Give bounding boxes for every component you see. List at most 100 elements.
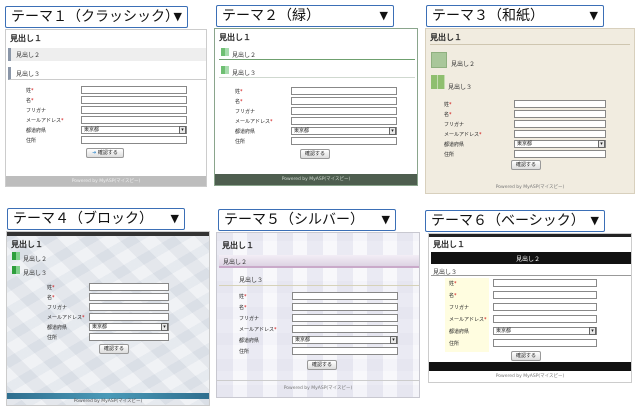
chevron-down-icon: ▾ [389,127,396,135]
preview-heading-3-bar: 見出し３ [431,266,631,276]
field-label-pref: 都道府県 [47,325,68,331]
sei-input[interactable] [493,279,597,287]
field-label-address: 住所 [47,335,58,341]
theme-select-block[interactable]: テーマ４（ブロック） ▼ [7,208,185,230]
mei-input[interactable] [493,291,597,299]
top-dark-strip [429,234,631,237]
green-blocks-icon [431,75,445,89]
furigana-input[interactable] [493,303,597,311]
field-label-furigana: フリガナ [444,122,465,128]
pref-select[interactable]: 東京都 ▾ [291,127,397,135]
field-label-pref: 都道府県 [235,129,256,135]
preview-heading-3: 見出し３ [23,270,48,277]
theme-select-label: テーマ４（ブロック） [13,211,153,227]
email-input[interactable] [81,116,187,124]
mei-input[interactable] [514,110,606,118]
address-input[interactable] [291,137,397,145]
confirm-button[interactable]: 確認する [307,360,337,370]
confirm-button[interactable]: 確認する [511,351,541,361]
confirm-button[interactable]: 確認する [99,344,129,354]
preview-footer: Powered by MyASP(マイスピー) [283,386,353,391]
address-input[interactable] [81,136,187,144]
sei-input[interactable] [89,283,169,291]
green-block-icon [12,266,20,274]
chevron-down-icon: ▼ [173,10,182,23]
email-input[interactable] [291,117,397,125]
email-input[interactable] [493,315,597,323]
preview-heading-1: 見出し１ [11,240,43,249]
mei-input[interactable] [89,293,169,301]
field-label-sei: 姓* [47,285,55,291]
sei-input[interactable] [81,86,187,94]
confirm-button[interactable]: 確認する [511,160,541,170]
preview-heading-2: 見出し２ [451,61,476,68]
furigana-input[interactable] [514,120,606,128]
field-label-furigana: フリガナ [47,305,68,311]
email-input[interactable] [514,130,606,138]
pref-select[interactable]: 東京都 ▾ [493,327,597,335]
field-label-sei: 姓* [444,102,452,108]
pref-select[interactable]: 東京都 ▾ [89,323,169,331]
green-block-icon [12,252,20,260]
heading-2-underline [219,59,415,60]
theme-preview-basic: 見出し１ 見出し２ 見出し３ 姓* 名* フリガナ メールアドレス* 都道府県 … [428,233,632,383]
theme-select-basic[interactable]: テーマ６（ベーシック） ▼ [425,210,605,232]
furigana-input[interactable] [81,106,187,114]
field-label-furigana: フリガナ [235,109,256,115]
heading-1-underline [430,44,630,45]
preview-heading-1: 見出し１ [10,34,42,43]
preview-heading-2: 見出し２ [232,52,257,59]
preview-heading-3: 見出し３ [433,269,458,276]
preview-footer: Powered by MyASP(マイスピー) [215,174,417,185]
field-label-pref: 都道府県 [444,142,465,148]
furigana-input[interactable] [291,107,397,115]
field-label-sei: 姓* [26,88,34,94]
field-label-pref: 都道府県 [449,329,470,335]
field-label-mei: 名* [449,293,457,299]
preview-heading-2: 見出し２ [16,52,41,59]
address-input[interactable] [493,339,597,347]
pref-select[interactable]: 東京都 ▾ [292,336,398,344]
email-input[interactable] [89,313,169,321]
preview-heading-3: 見出し３ [232,70,257,77]
field-label-pref: 都道府県 [239,338,260,344]
mei-input[interactable] [81,96,187,104]
chevron-down-icon: ▾ [598,140,605,148]
preview-heading-3: 見出し３ [448,84,473,91]
preview-heading-1: 見出し１ [222,241,254,250]
address-input[interactable] [514,150,606,158]
field-label-mei: 名* [47,295,55,301]
preview-heading-2-bar: 見出し２ [219,255,419,268]
email-input[interactable] [292,325,398,333]
field-label-furigana: フリガナ [26,108,47,114]
field-label-address: 住所 [449,341,460,347]
theme-select-label: テーマ６（ベーシック） [431,213,585,229]
field-label-mei: 名* [444,112,452,118]
mei-input[interactable] [292,303,398,311]
address-input[interactable] [89,333,169,341]
confirm-button[interactable]: ➜ 確認する [86,148,124,158]
theme-select-classic[interactable]: テーマ１（クラッシック） ▼ [5,6,188,28]
sei-input[interactable] [291,87,397,95]
furigana-input[interactable] [89,303,169,311]
pref-select[interactable]: 東京都 ▾ [81,126,187,134]
theme-select-green[interactable]: テーマ２（緑） ▼ [216,5,394,27]
theme-select-washi[interactable]: テーマ３（和紙） ▼ [426,5,604,27]
bottom-dark-bar [429,362,631,371]
field-label-email: メールアドレス* [239,327,277,333]
pref-select[interactable]: 東京都 ▾ [514,140,606,148]
sei-input[interactable] [292,292,398,300]
confirm-button[interactable]: 確認する [300,149,330,159]
theme-select-silver[interactable]: テーマ５（シルバー） ▼ [218,209,396,231]
field-label-furigana: フリガナ [449,305,470,311]
theme-preview-green: 見出し１ 見出し２ 見出し３ 姓* 名* フリガナ メールアドレス* 都道府県 … [214,28,418,186]
theme-preview-block: 見出し１ 見出し２ 見出し３ 姓* 名* フリガナ メールアドレス* 都道府県 … [6,231,210,406]
theme-select-label: テーマ１（クラッシック） [11,9,179,25]
furigana-input[interactable] [292,314,398,322]
preview-heading-3: 見出し３ [16,71,41,78]
mei-input[interactable] [291,97,397,105]
chevron-down-icon: ▼ [381,213,390,226]
address-input[interactable] [292,347,398,355]
sei-input[interactable] [514,100,606,108]
chevron-down-icon: ▾ [390,336,397,344]
